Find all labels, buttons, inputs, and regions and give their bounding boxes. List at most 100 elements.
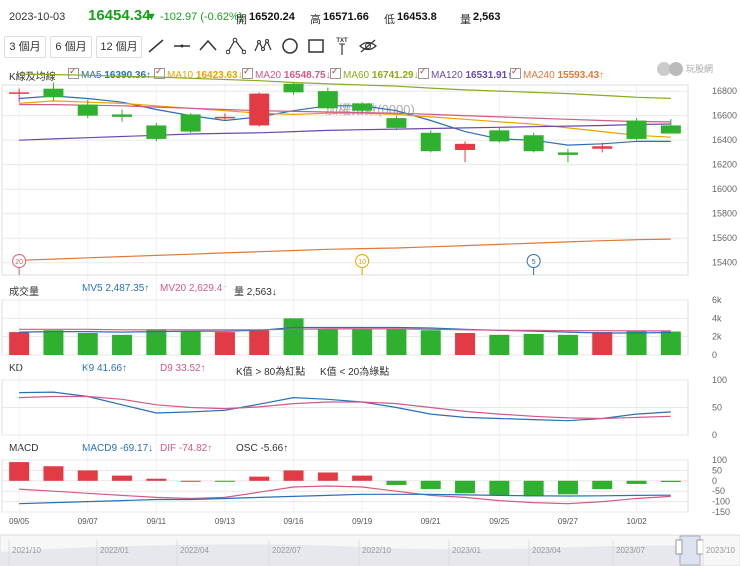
marker-circle [355,254,370,268]
macd-panel-frame [1,459,689,513]
kline-legend-title: K線及均線 [9,72,56,83]
kline-panel-frame [1,84,689,276]
ma60-checkbox[interactable] [330,66,341,79]
volume-legend: 成交量 MV5 2,487.35↑ MV20 2,629.4↑ 量 2,563↓ [0,283,740,298]
osc-bar [180,480,201,482]
kd-panel-frame [1,379,689,436]
osc-bar [249,476,270,481]
osc-bar [489,480,510,496]
ma10-legend[interactable]: MA10 16423.63↓ [154,66,243,81]
macd-panel-tick-label: 50 [712,465,722,475]
ma240-legend-name: MA240 [523,70,555,81]
line-tool-icon[interactable] [146,36,166,56]
mv5-line [19,326,671,334]
period-12m-button[interactable]: 12 個月 [96,36,142,58]
osc-bar [283,470,304,481]
osc-bar [9,462,30,481]
wave-tool-icon[interactable] [254,36,274,56]
period-6m-button[interactable]: 6 個月 [50,36,92,58]
candle-body [626,120,647,139]
ma120-line [19,123,671,141]
navigator-label: 2022/04 [180,546,209,555]
osc-bar [43,466,64,481]
horizontal-line-tool-icon[interactable] [172,36,192,56]
macd-panel-tick-label: -100 [712,497,730,507]
ma20-checkbox[interactable] [242,66,253,79]
low-label: 低 [384,14,395,26]
open-value: 16520.24 [249,11,295,23]
volume-panel-tick-label: 2k [712,332,722,342]
kline-panel-tick-label: 16400 [712,135,737,145]
ma20-legend[interactable]: MA20 16548.75↓ [242,66,331,81]
candle-body [489,130,510,142]
dif-legend: DIF -74.82↑ [160,443,213,454]
kline-panel-tick-label: 16600 [712,111,737,121]
x-tick-label: 09/16 [284,517,305,526]
candle-body [352,103,373,111]
volume-legend-title: 成交量 [9,287,39,298]
ma120-legend-name: MA120 [431,70,463,81]
marker-circle [526,254,541,268]
volume-bar [112,334,133,355]
marker-circle [12,254,27,268]
volume-bar [626,331,647,355]
ma120-checkbox[interactable] [418,66,429,79]
volume-bar [455,333,476,355]
kline-panel-tick-label: 16200 [712,160,737,170]
osc-bar [112,475,133,481]
volume-bar [317,329,338,355]
volume-panel-tick-label: 4k [712,313,722,323]
kline-panel-tick-label: 15600 [712,233,737,243]
volume-bar [249,330,270,355]
circle-tool-icon[interactable] [280,36,300,56]
vol-label: 量 [460,14,471,26]
text-tool-icon[interactable]: TXT [332,36,352,56]
toolbar: 3 個月 6 個月 12 個月 TXT [0,36,740,58]
period-3m-button[interactable]: 3 個月 [4,36,46,58]
candle-body [523,135,544,152]
candle-body [214,116,235,119]
ma120-legend[interactable]: MA120 16531.91↑ [418,66,512,81]
marker-label: 5 [532,259,536,266]
open-label: 開 [236,14,247,26]
hide-icon[interactable] [358,36,378,56]
marker-label: 20 [15,259,23,266]
ma5-legend[interactable]: MA5 16390.36↑ [68,66,151,81]
ma10-checkbox[interactable] [154,66,165,79]
rectangle-tool-icon[interactable] [306,36,326,56]
osc-bar [77,470,98,481]
volume-bar [77,333,98,355]
osc-bar [455,480,476,494]
navigator-label: 2022/01 [100,546,129,555]
ma10-legend-name: MA10 [167,70,194,81]
volume-panel-frame [1,299,689,356]
high-label: 高 [310,14,321,26]
kd-legend: KD K9 41.66↑ D9 33.52↑ K值 > 80為紅點 K值 < 2… [0,363,740,378]
x-tick-label: 09/27 [558,517,579,526]
quote-date: 2023-10-03 [9,11,66,23]
ma240-legend[interactable]: MA240 15593.43↑ [510,66,604,81]
x-tick-label: 09/13 [215,517,236,526]
ma5-legend-name: MA5 [81,70,102,81]
volume-bar [523,333,544,355]
osc-bar [592,480,613,490]
kline-panel-tick-label: 16000 [712,184,737,194]
ma60-legend[interactable]: MA60 16741.29↓ [330,66,419,81]
x-tick-label: 10/02 [627,517,648,526]
candle-body [146,125,167,139]
kd-legend-title: KD [9,363,23,374]
ma20-legend-name: MA20 [255,70,282,81]
low-value: 16453.8 [397,11,437,23]
volume-bar [557,334,578,355]
quote-change: ▼ -102.97 (-0.62%) [146,11,243,23]
ma5-line [19,95,671,146]
mv5-legend: MV5 2,487.35↑ [82,283,150,294]
ma5-checkbox[interactable] [68,66,79,79]
triangle-tool-icon[interactable] [226,36,246,56]
d9-legend: D9 33.52↑ [160,363,206,374]
ma240-checkbox[interactable] [510,66,521,79]
volume-bar [592,332,613,355]
macd-panel-tick-label: -150 [712,507,730,517]
polyline-tool-icon[interactable] [198,36,218,56]
dif-line [19,485,671,505]
